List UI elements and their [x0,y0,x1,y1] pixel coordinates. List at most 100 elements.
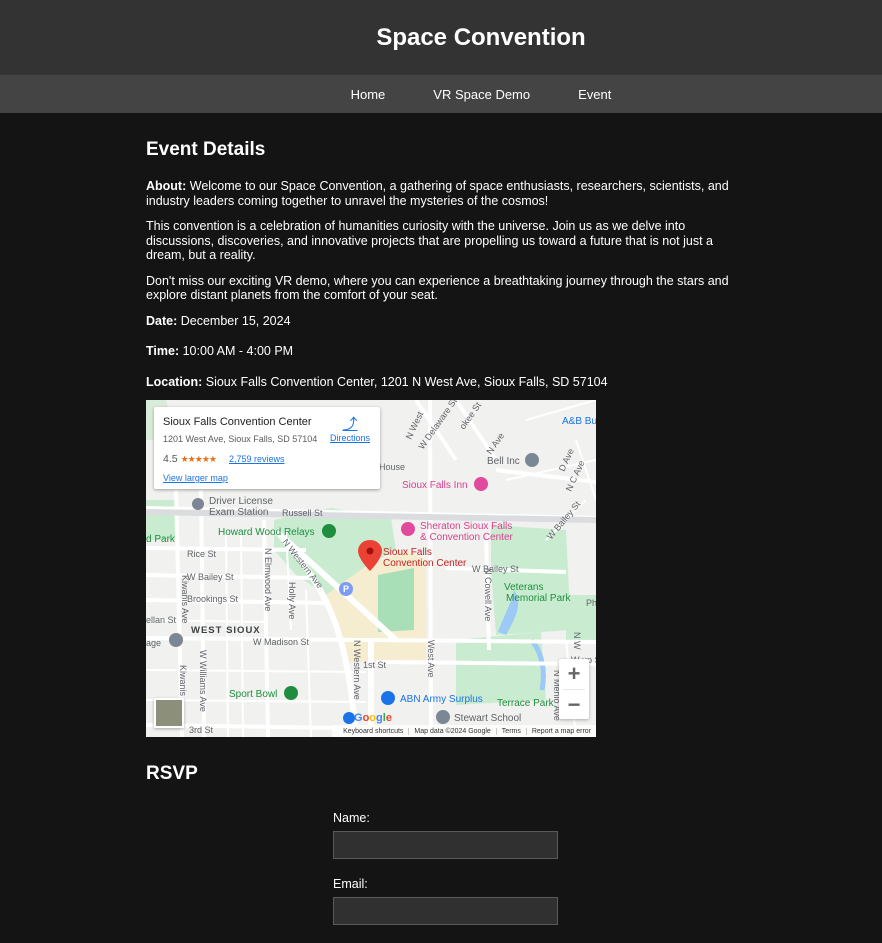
nav-vr-space-demo[interactable]: VR Space Demo [433,87,530,102]
map-label-age: age [146,638,161,648]
map-label-w-madison: W Madison St [253,637,310,647]
map-label-n-elmwood: N Elmwood Ave [263,548,273,611]
date-line: Date: December 15, 2024 [146,314,736,329]
map-data-text: Map data ©2024 Google [408,727,495,735]
location-value: Sioux Falls Convention Center, 1201 N We… [205,374,608,389]
satellite-toggle[interactable] [154,698,184,728]
poi-abb[interactable]: A&B Bu [562,416,596,427]
about-label: About: [146,179,187,193]
poi-house[interactable]: House [379,462,405,472]
rsvp-section: RSVP Name: Email: [146,763,736,943]
date-label: Date: [146,313,178,328]
school-pin-icon[interactable] [436,710,450,724]
driver-license-pin-icon[interactable] [192,498,204,510]
map-label-w-bailey-right: W Bailey St [472,564,519,574]
directions-button[interactable]: ⤴ Directions [325,416,375,444]
map-attribution: Keyboard shortcuts Map data ©2024 Google… [332,725,596,737]
email-input[interactable] [333,897,558,925]
map-label-rice: Rice St [187,549,217,559]
map-label-west-sioux: WEST SIOUX [191,625,261,636]
inn-hotel-icon[interactable] [474,477,488,491]
poi-veterans-2[interactable]: Memorial Park [506,593,571,604]
poi-sheraton-1[interactable]: Sheraton Sioux Falls [420,521,512,532]
directions-icon: ⤴ [342,416,358,433]
poi-abn[interactable]: ABN Army Surplus [400,694,483,705]
nav-event[interactable]: Event [578,87,611,102]
poi-sheraton-2[interactable]: & Convention Center [420,532,514,543]
report-error-link[interactable]: Report a map error [525,727,596,735]
site-title: Space Convention [376,23,586,51]
place-name: Sioux Falls Convention Center [163,416,312,428]
marker-label-2[interactable]: Convention Center [383,558,467,569]
map-label-russell: Russell St [282,508,323,518]
age-pin-icon[interactable] [169,633,183,647]
map-label-ellan: ellan St [146,615,177,625]
place-rating: 4.5 ★★★★★ [163,453,217,465]
about-paragraph: About: Welcome to our Space Convention, … [146,179,736,208]
stadium-pin-icon[interactable] [322,524,336,538]
name-label: Name: [333,811,370,825]
directions-label: Directions [329,433,370,443]
location-line: Location: Sioux Falls Convention Center,… [146,375,736,390]
map-label-third: 3rd St [189,725,214,735]
celebration-paragraph: This convention is a celebration of huma… [146,219,713,262]
poi-veterans-1[interactable]: Veterans [504,582,543,593]
zoom-in-button[interactable]: + [559,659,589,689]
vr-demo-paragraph: Don't miss our exciting VR demo, where y… [146,273,729,303]
map-label-west-ave: West Ave [426,640,436,678]
place-address: 1201 West Ave, Sioux Falls, SD 57104 [163,434,318,444]
reviews-link[interactable]: 2,759 reviews [229,454,285,464]
nav-home[interactable]: Home [351,87,386,102]
map-label-w-williams: W Williams Ave [198,650,208,712]
location-label: Location: [146,374,203,389]
star-rating-icon: ★★★★★ [180,454,217,464]
time-label: Time: [146,344,180,358]
about-text: Welcome to our Space Convention, a gathe… [146,179,729,208]
map-label-kiwanis: Kiwanis Ave [180,575,190,623]
rsvp-form: Name: Email: [333,811,736,943]
date-value: December 15, 2024 [180,313,291,328]
view-larger-map-link[interactable]: View larger map [163,473,228,483]
sport-bowl-pin-icon[interactable] [284,686,298,700]
place-info-card: Sioux Falls Convention Center 1201 West … [154,407,380,489]
embedded-map[interactable]: Russell St Rice St W Bailey St Brookings… [146,400,596,737]
surplus-shop-icon[interactable] [381,691,395,705]
keyboard-shortcuts-link[interactable]: Keyboard shortcuts [338,728,408,735]
map-label-w-bailey-left: W Bailey St [187,572,234,582]
main-nav: Home VR Space Demo Event [0,75,882,113]
email-label: Email: [333,877,368,891]
time-value: 10:00 AM - 4:00 PM [182,344,294,358]
map-label-n-cowell: N Cowell Ave [483,568,493,621]
map-label-first: 1st St [363,660,387,670]
bell-pin-icon[interactable] [525,453,539,467]
poi-terrace[interactable]: Terrace Park [497,698,555,709]
rating-value: 4.5 [163,453,178,465]
zoom-out-button[interactable]: − [559,690,589,719]
poi-stewart[interactable]: Stewart School [454,713,521,724]
event-details-heading: Event Details [146,139,266,160]
poi-sioux-falls-inn[interactable]: Sioux Falls Inn [402,480,468,491]
sheraton-hotel-icon[interactable] [401,522,415,536]
parking-label: P [343,584,349,594]
map-label-ph: Ph [586,598,596,608]
map-label-n-w: N W [572,632,582,650]
poi-park[interactable]: d Park [146,534,176,545]
poi-sport-bowl[interactable]: Sport Bowl [229,689,277,700]
time-line: Time: 10:00 AM - 4:00 PM [146,344,736,359]
poi-bell[interactable]: Bell Inc [487,456,520,467]
map-label-holly: Holly Ave [287,582,297,619]
site-header: Space Convention [0,0,882,75]
map-label-s-western: N Western Ave [352,640,362,700]
map-label-brookings: Brookings St [187,594,239,604]
google-logo: Google [354,712,392,724]
zoom-controls: + − [559,659,589,719]
name-input[interactable] [333,831,558,859]
map-label-kiwanis2: Kiwanis [178,665,188,697]
poi-howard-wood[interactable]: Howard Wood Relays [218,527,315,538]
marker-label-1[interactable]: Sioux Falls [383,547,432,558]
poi-driver-license-2[interactable]: Exam Station [209,507,268,518]
terms-link[interactable]: Terms [495,727,526,735]
rsvp-heading: RSVP [146,763,198,784]
poi-driver-license-1[interactable]: Driver License [209,496,273,507]
main-content: Event Details About: Welcome to our Spac… [146,113,736,943]
